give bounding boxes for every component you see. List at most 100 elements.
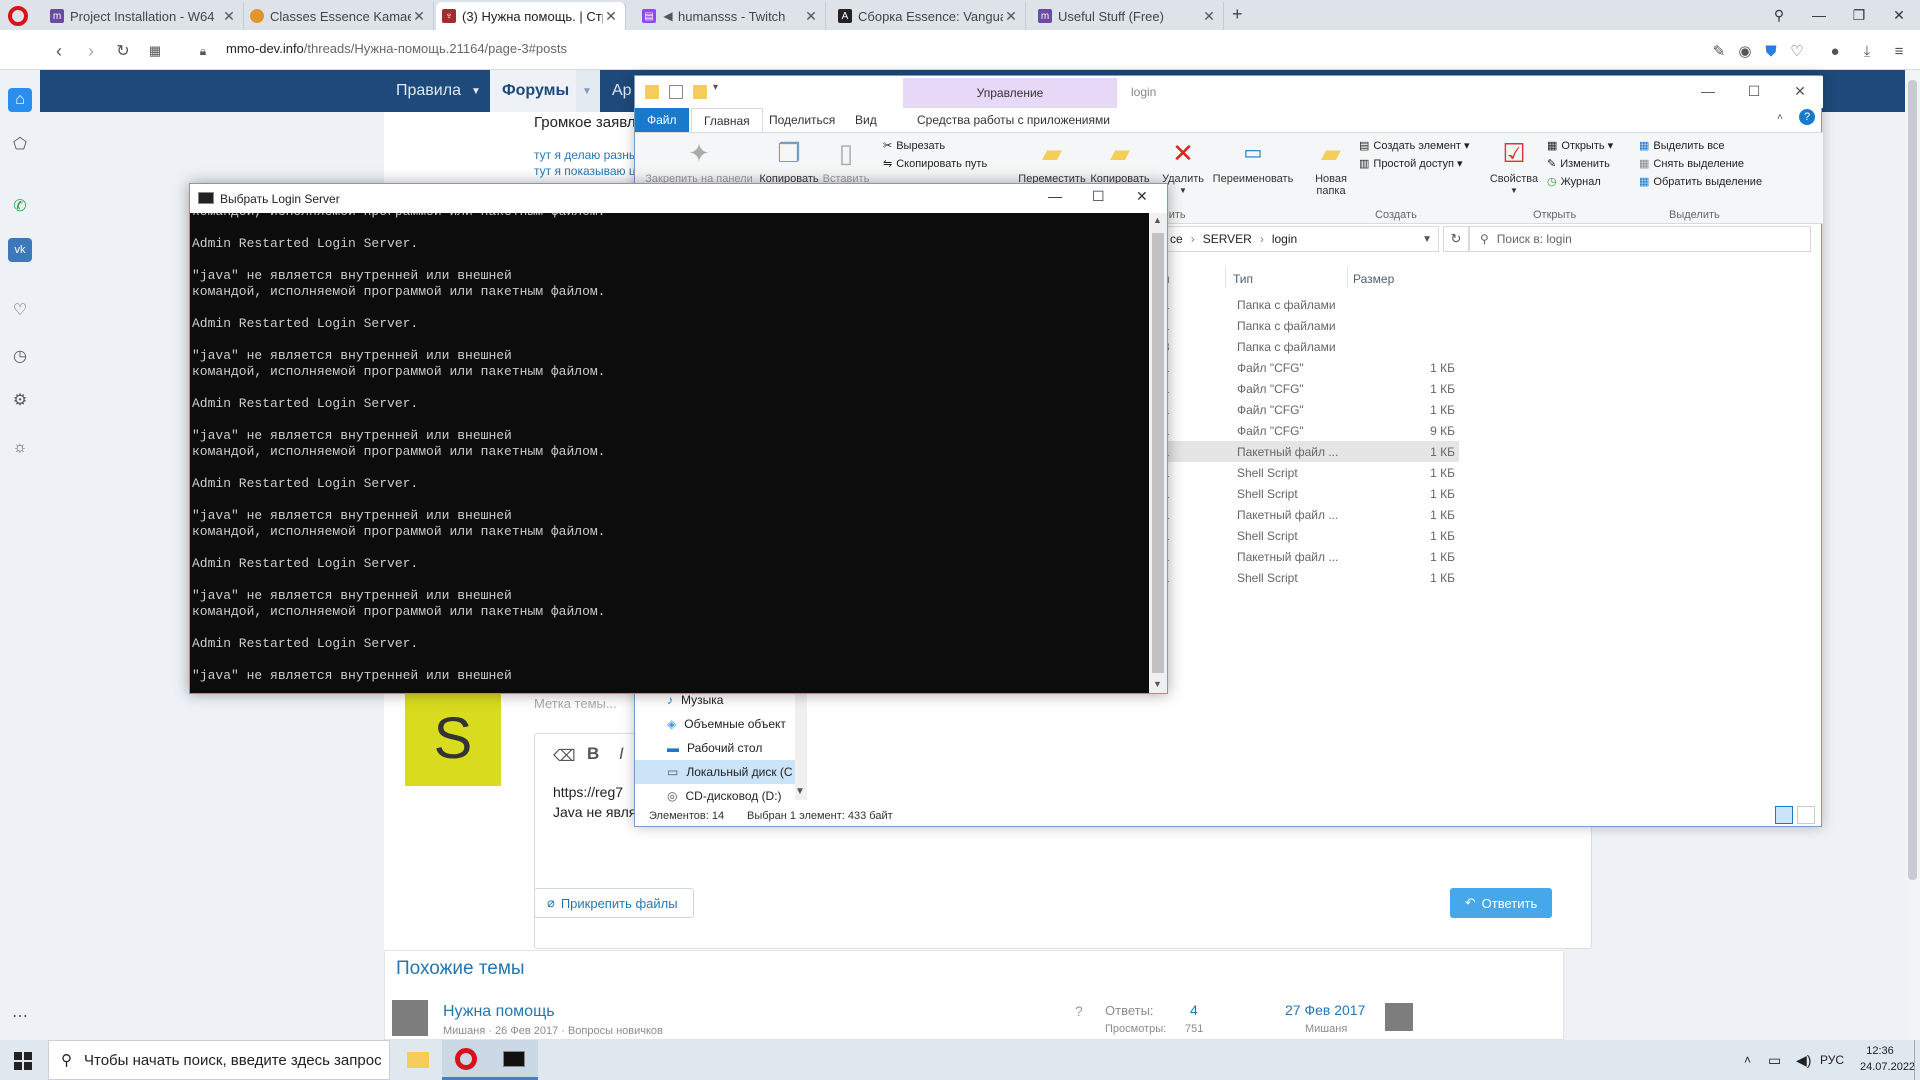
file-explorer-taskbar-icon[interactable] bbox=[394, 1040, 442, 1080]
tab-app-tools[interactable]: Средства работы с приложениями bbox=[905, 108, 1122, 132]
heart-icon[interactable]: ♡ bbox=[8, 298, 32, 322]
file-row[interactable]: 1Файл "CFG"1 КБ bbox=[1163, 357, 1459, 378]
tab-file[interactable]: Файл bbox=[635, 108, 689, 132]
close-icon[interactable]: ✕ bbox=[1201, 8, 1217, 25]
reply-button[interactable]: ↶ Ответить bbox=[1450, 888, 1552, 918]
nav-forums[interactable]: Форумы bbox=[490, 70, 576, 112]
page-scrollbar[interactable] bbox=[1905, 70, 1920, 1040]
taskbar-search[interactable]: ⚲ Чтобы начать поиск, введите здесь запр… bbox=[48, 1040, 390, 1080]
network-icon[interactable]: ▭ bbox=[1768, 1040, 1781, 1080]
details-view-icon[interactable] bbox=[1775, 806, 1793, 824]
similar-thread-link[interactable]: Нужна помощь bbox=[443, 1003, 555, 1021]
browser-tab[interactable]: m Project Installation - W64 ✕ bbox=[44, 2, 244, 30]
tab-share[interactable]: Поделиться bbox=[757, 108, 847, 132]
chevron-down-icon[interactable]: ▼ bbox=[1153, 679, 1162, 689]
file-row[interactable]: 1Shell Script1 КБ bbox=[1163, 567, 1459, 588]
browser-tab[interactable]: m Useful Stuff (Free) ✕ bbox=[1032, 2, 1224, 30]
path-breadcrumb[interactable]: ce › SERVER › login ▼ bbox=[1163, 226, 1439, 252]
file-row[interactable]: 1Shell Script1 КБ bbox=[1163, 483, 1459, 504]
clock[interactable]: 12:36 24.07.2022 bbox=[1860, 1043, 1915, 1075]
new-tab-button[interactable]: + bbox=[1232, 4, 1243, 25]
url-field[interactable]: mmo-dev.info/threads/Нужна-помощь.21164/… bbox=[226, 41, 567, 56]
attach-files-button[interactable]: ⌀ Прикрепить файлы bbox=[534, 888, 694, 918]
italic-icon[interactable]: I bbox=[619, 744, 624, 764]
scrollbar-thumb[interactable] bbox=[1152, 233, 1164, 673]
post-link[interactable]: тут я делаю разны bbox=[534, 148, 638, 162]
minimize-icon[interactable]: — bbox=[1048, 188, 1062, 204]
new-item-button[interactable]: ▤ Создать элемент ▾ bbox=[1359, 139, 1470, 152]
file-row[interactable]: 1Файл "CFG"1 КБ bbox=[1163, 399, 1459, 420]
scrollbar-thumb[interactable] bbox=[1908, 80, 1917, 880]
copy-to-button[interactable]: ▰ Копировать bbox=[1087, 137, 1153, 185]
tree-item-selected[interactable]: ▭ Локальный диск (C bbox=[635, 760, 800, 784]
select-all-button[interactable]: ▦ Выделить все bbox=[1639, 139, 1725, 153]
reload-icon[interactable]: ↻ bbox=[110, 38, 136, 64]
column-type[interactable]: Тип bbox=[1233, 272, 1253, 286]
settings-gear-icon[interactable]: ⚙ bbox=[8, 388, 32, 412]
minimize-icon[interactable]: — bbox=[1798, 0, 1840, 30]
menu-icon[interactable]: ≡ bbox=[1888, 40, 1910, 62]
windows-start-icon[interactable] bbox=[14, 1052, 32, 1070]
close-icon[interactable]: ✕ bbox=[221, 8, 237, 25]
more-icon[interactable]: ⋯ bbox=[8, 1004, 32, 1028]
chevron-down-icon[interactable]: ▼ bbox=[576, 70, 600, 112]
browser-tab[interactable]: Classes Essence Kamael. Pr ✕ bbox=[244, 2, 434, 30]
forward-icon[interactable]: › bbox=[78, 38, 104, 64]
path-segment[interactable]: SERVER bbox=[1203, 232, 1252, 246]
whatsapp-icon[interactable]: ✆ bbox=[8, 194, 32, 218]
chevron-down-icon[interactable]: ▼ bbox=[1422, 234, 1432, 245]
column-size[interactable]: Размер bbox=[1353, 272, 1394, 286]
manage-tab-header[interactable]: Управление bbox=[903, 78, 1117, 108]
opera-taskbar-icon[interactable] bbox=[442, 1040, 490, 1080]
tab-view[interactable]: Вид bbox=[843, 108, 889, 132]
tree-item[interactable]: ▬ Рабочий стол bbox=[635, 736, 800, 760]
maximize-icon[interactable]: ☐ bbox=[1092, 188, 1105, 205]
search-tabs-icon[interactable]: ⚲ bbox=[1758, 0, 1800, 30]
close-icon[interactable]: ✕ bbox=[411, 8, 427, 25]
tree-scrollbar[interactable] bbox=[795, 688, 807, 800]
user-avatar[interactable]: S bbox=[405, 690, 501, 786]
chevron-up-icon[interactable]: ▲ bbox=[1153, 215, 1162, 225]
refresh-icon[interactable]: ↻ bbox=[1443, 226, 1469, 252]
browser-tab-active[interactable]: ♆ (3) Нужна помощь. | Стра ✕ bbox=[436, 2, 626, 30]
file-row[interactable]: 1Пакетный файл ...1 КБ bbox=[1163, 441, 1459, 462]
user-avatar[interactable] bbox=[392, 1000, 428, 1036]
download-icon[interactable]: ⤓ bbox=[1856, 40, 1878, 62]
close-icon[interactable]: ✕ bbox=[1003, 8, 1019, 25]
easy-access-button[interactable]: ▥ Простой доступ ▾ bbox=[1359, 157, 1463, 170]
new-folder-icon[interactable] bbox=[693, 85, 707, 99]
file-row[interactable]: 1Shell Script1 КБ bbox=[1163, 525, 1459, 546]
properties-button[interactable]: ☑ Свойства ▼ bbox=[1489, 137, 1539, 197]
rename-button[interactable]: ▭ Переименовать bbox=[1209, 137, 1297, 185]
tab-home[interactable]: Главная bbox=[691, 108, 763, 132]
move-to-button[interactable]: ▰ Переместить bbox=[1017, 137, 1087, 185]
opera-menu-icon[interactable] bbox=[8, 6, 28, 26]
file-row[interactable]: 1Файл "CFG"1 КБ bbox=[1163, 378, 1459, 399]
chevron-down-icon[interactable]: ▼ bbox=[795, 786, 805, 797]
vk-icon[interactable]: vk bbox=[8, 238, 32, 262]
open-button[interactable]: ▦ Открыть ▾ bbox=[1547, 139, 1613, 152]
file-row[interactable]: 1Файл "CFG"9 КБ bbox=[1163, 420, 1459, 441]
select-none-button[interactable]: ▦ Снять выделение bbox=[1639, 157, 1744, 171]
properties-icon[interactable] bbox=[669, 85, 683, 99]
console-taskbar-icon[interactable] bbox=[490, 1040, 538, 1080]
home-icon[interactable]: ⌂ bbox=[8, 88, 32, 112]
last-post-user[interactable]: Мишаня bbox=[1305, 1023, 1347, 1035]
path-segment[interactable]: login bbox=[1272, 232, 1297, 246]
post-link[interactable]: тут я показываю ц bbox=[534, 164, 636, 178]
help-icon[interactable]: ? bbox=[1799, 109, 1815, 125]
file-row[interactable]: 1Пакетный файл ...1 КБ bbox=[1163, 546, 1459, 567]
path-segment[interactable]: ce bbox=[1170, 232, 1183, 246]
file-row[interactable]: 8Папка с файлами bbox=[1163, 336, 1459, 357]
volume-icon[interactable]: ◀) bbox=[1796, 1040, 1811, 1080]
tray-chevron-up-icon[interactable]: ˄ bbox=[1744, 1040, 1751, 1080]
vpn-shield-icon[interactable]: ⛊ bbox=[1760, 40, 1782, 62]
minimize-icon[interactable]: — bbox=[1685, 76, 1731, 106]
heart-icon[interactable]: ♡ bbox=[1786, 40, 1808, 62]
file-row[interactable]: 1Shell Script1 КБ bbox=[1163, 462, 1459, 483]
edit-icon[interactable]: ✎ bbox=[1708, 40, 1730, 62]
user-avatar[interactable] bbox=[1385, 1003, 1413, 1031]
speed-dial-icon[interactable]: ▦ bbox=[142, 38, 168, 64]
close-icon[interactable]: ✕ bbox=[1136, 188, 1148, 205]
cut-button[interactable]: ✂ Вырезать bbox=[883, 139, 945, 153]
